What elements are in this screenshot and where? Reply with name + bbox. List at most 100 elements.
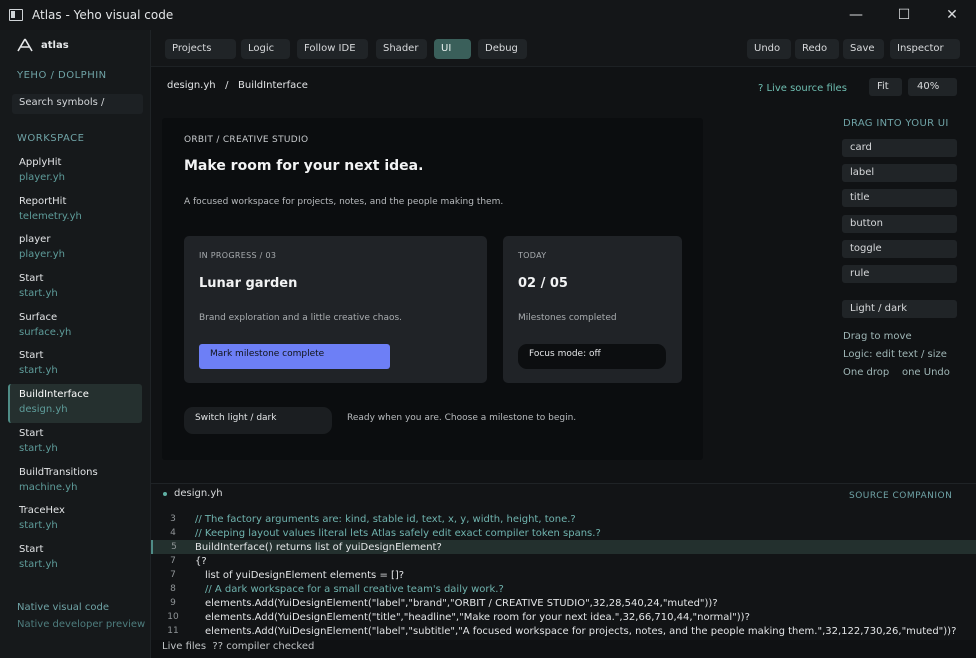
sidebar-item-start[interactable]: Start start.yh <box>8 539 142 578</box>
palette-note: Logic: edit text / size <box>843 349 947 360</box>
breadcrumb: design.yh / BuildInterface <box>167 80 308 91</box>
workspace-section-label: WORKSPACE <box>17 133 85 144</box>
code-line[interactable]: 9 elements.Add(YuiDesignElement("label","… <box>151 596 976 610</box>
code-text: elements.Add(YuiDesignElement("title","h… <box>205 611 750 623</box>
line-number: 10 <box>167 612 179 622</box>
switch-theme-button[interactable]: Switch light / dark <box>184 407 332 434</box>
save-button[interactable]: Save <box>843 39 884 59</box>
code-file-name: design.yh <box>174 488 223 499</box>
palette-item-label[interactable]: label <box>842 164 957 182</box>
code-line[interactable]: 8 // A dark workspace for a small creativ… <box>151 582 976 596</box>
inspector-button[interactable]: Inspector <box>890 39 960 59</box>
code-lines[interactable]: 3 // The factory arguments are: kind, sta… <box>151 512 976 638</box>
sidebar-item-reporthit[interactable]: ReportHit telemetry.yh <box>8 191 142 230</box>
palette-item-rule[interactable]: rule <box>842 265 957 283</box>
line-number: 9 <box>170 598 176 608</box>
sidebar-item-surface[interactable]: Surface surface.yh <box>8 307 142 346</box>
sidebar-item-start[interactable]: Start start.yh <box>8 423 142 462</box>
sidebar-item-buildtransitions[interactable]: BuildTransitions machine.yh <box>8 462 142 501</box>
close-button[interactable]: ✕ <box>928 0 976 30</box>
sidebar-item-tracehex[interactable]: TraceHex start.yh <box>8 500 142 539</box>
atlas-logo-icon <box>17 38 33 52</box>
code-line[interactable]: 11 elements.Add(YuiDesignElement("label",… <box>151 624 976 638</box>
redo-button[interactable]: Redo <box>795 39 839 59</box>
design-canvas[interactable]: ORBIT / CREATIVE STUDIO Make room for yo… <box>162 118 703 460</box>
tab-logic[interactable]: Logic <box>241 39 290 59</box>
sidebar-item-file: player.yh <box>19 172 65 183</box>
sidebar-item-name: ApplyHit <box>19 157 62 168</box>
line-number: 5 <box>171 542 177 552</box>
canvas-subtitle[interactable]: A focused workspace for projects, notes,… <box>184 197 503 207</box>
palette-title: DRAG INTO YOUR UI <box>843 118 949 129</box>
source-companion-label: SOURCE COMPANION <box>849 491 953 501</box>
code-line[interactable]: 7 {? <box>151 554 976 568</box>
search-symbols-input[interactable]: Search symbols / <box>12 94 143 114</box>
sidebar-item-name: BuildInterface <box>19 389 89 401</box>
title-bar: Atlas - Yeho visual code — ☐ ✕ <box>0 0 976 30</box>
zoom-level[interactable]: 40% <box>908 78 957 96</box>
palette-item-button[interactable]: button <box>842 215 957 233</box>
native-visual-code-link[interactable]: Native visual code <box>17 602 109 613</box>
palette-item-card[interactable]: card <box>842 139 957 157</box>
code-text: elements.Add(YuiDesignElement("label","b… <box>205 597 718 609</box>
mark-milestone-button[interactable]: Mark milestone complete <box>199 344 390 369</box>
fit-button[interactable]: Fit <box>869 78 902 96</box>
focus-mode-toggle[interactable]: Focus mode: off <box>518 344 666 369</box>
line-number: 11 <box>167 626 179 636</box>
maximize-button[interactable]: ☐ <box>880 0 928 30</box>
window-controls: — ☐ ✕ <box>832 0 976 30</box>
code-comment: // The factory arguments are: kind, stab… <box>195 513 576 525</box>
palette-item-toggle[interactable]: toggle <box>842 240 957 258</box>
toolbar: Projects Logic Follow IDE Shader UI Debu… <box>151 30 976 67</box>
tab-projects[interactable]: Projects <box>165 39 236 59</box>
brand[interactable]: atlas <box>17 38 69 52</box>
sidebar-item-player[interactable]: player player.yh <box>8 229 142 268</box>
progress-card[interactable]: IN PROGRESS / 03 Lunar garden Brand expl… <box>184 236 487 383</box>
sidebar-item-file: surface.yh <box>19 326 72 338</box>
code-line[interactable]: 3 // The factory arguments are: kind, sta… <box>151 512 976 526</box>
live-source-files-link[interactable]: ? Live source files <box>758 83 847 94</box>
project-path[interactable]: YEHO / DOLPHIN <box>17 70 107 81</box>
sidebar-item-name: Start <box>19 350 44 362</box>
sidebar-item-name: BuildTransitions <box>19 466 98 478</box>
sidebar-item-file: player.yh <box>19 249 65 261</box>
today-card[interactable]: TODAY 02 / 05 Milestones completed Focus… <box>503 236 682 383</box>
line-number: 4 <box>170 528 176 538</box>
sidebar-item-start[interactable]: Start start.yh <box>8 268 142 307</box>
undo-button[interactable]: Undo <box>747 39 791 59</box>
code-line[interactable]: 5 BuildInterface() returns list of yuiDes… <box>151 540 976 554</box>
canvas-brand-label[interactable]: ORBIT / CREATIVE STUDIO <box>184 135 308 145</box>
tab-follow-ide[interactable]: Follow IDE <box>297 39 368 59</box>
code-file-tab[interactable]: design.yh <box>163 488 223 499</box>
code-text: BuildInterface() returns list of yuiDesi… <box>195 541 442 553</box>
status-bar: Live files ?? compiler checked <box>151 640 976 658</box>
sidebar-item-applyhit[interactable]: ApplyHit player.yh <box>8 152 142 191</box>
sidebar-item-file: start.yh <box>19 520 58 532</box>
sidebar-item-file: start.yh <box>19 288 58 300</box>
code-line[interactable]: 4 // Keeping layout values literal lets A… <box>151 526 976 540</box>
native-developer-preview-link[interactable]: Native developer preview <box>17 619 145 630</box>
sidebar-item-name: Start <box>19 543 44 555</box>
tab-ui[interactable]: UI <box>434 39 471 59</box>
palette-item-title[interactable]: title <box>842 189 957 207</box>
card-text: Milestones completed <box>518 313 617 323</box>
tab-debug[interactable]: Debug <box>478 39 527 59</box>
sidebar-item-start[interactable]: Start start.yh <box>8 345 142 384</box>
code-comment: // A dark workspace for a small creative… <box>205 583 504 595</box>
line-number: 7 <box>170 556 176 566</box>
tab-shader[interactable]: Shader <box>376 39 427 59</box>
sidebar-item-buildinterface[interactable]: BuildInterface design.yh <box>8 384 142 423</box>
palette-note: One drop one Undo <box>843 367 950 378</box>
theme-toggle-item[interactable]: Light / dark <box>842 300 957 318</box>
code-line[interactable]: 10 elements.Add(YuiDesignElement("title",… <box>151 610 976 624</box>
canvas-headline[interactable]: Make room for your next idea. <box>184 158 423 174</box>
minimize-button[interactable]: — <box>832 0 880 30</box>
card-label: IN PROGRESS / 03 <box>199 251 277 260</box>
palette-note: Drag to move <box>843 331 912 342</box>
code-line[interactable]: 7 list of yuiDesignElement elements = []? <box>151 568 976 582</box>
sidebar-item-name: ReportHit <box>19 195 67 207</box>
sidebar-item-name: player <box>19 234 51 246</box>
card-label: TODAY <box>518 251 547 260</box>
sidebar-item-file: start.yh <box>19 558 58 570</box>
workspace-list: ApplyHit player.yh ReportHit telemetry.yh pl… <box>8 152 142 578</box>
